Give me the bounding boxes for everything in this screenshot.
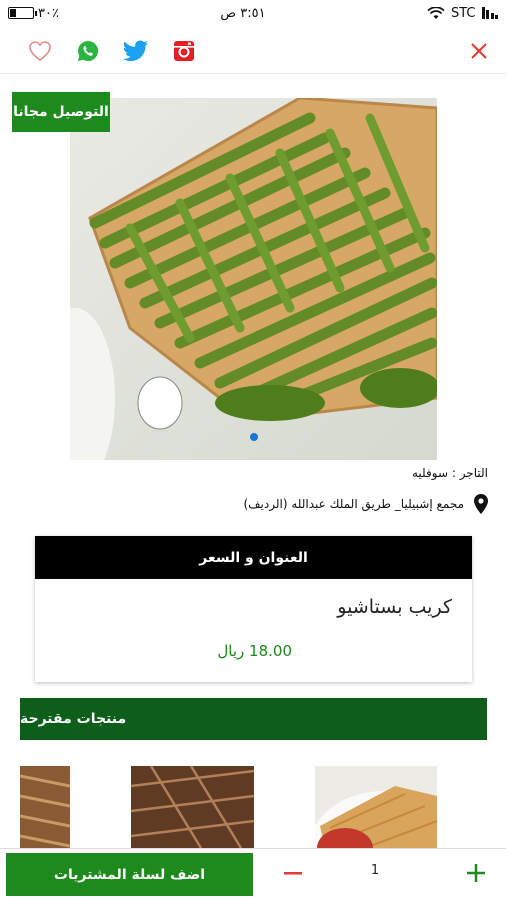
battery-percent: ٣٠٪ (38, 5, 59, 21)
add-to-cart-button[interactable]: اضف لسلة المشتريات (6, 853, 253, 896)
title-price-card: العنوان و السعر كريب بستاشيو 18.00 ريال (35, 536, 472, 682)
favorite-button[interactable] (16, 31, 64, 71)
status-bar: ٣٠٪ ٣:٥١ ص STC (0, 0, 506, 26)
location-pin-icon (474, 494, 488, 514)
merchant-address[interactable]: مجمع إشبيليا_ طريق الملك عبدالله (الرديف… (243, 494, 488, 514)
suggested-product-thumb[interactable] (20, 766, 70, 848)
network-status: STC (427, 6, 498, 21)
carrier-name: STC (450, 5, 476, 21)
crepe-photo (70, 98, 437, 460)
instagram-icon (174, 40, 194, 61)
instagram-share-button[interactable] (160, 31, 208, 71)
suggested-product-image (20, 766, 70, 848)
battery-icon (8, 7, 37, 19)
product-image[interactable] (70, 98, 437, 460)
suggested-product-thumb[interactable] (315, 766, 437, 848)
clock: ٣:٥١ ص (220, 5, 266, 21)
suggested-product-image (131, 766, 254, 848)
product-title: كريب بستاشيو (337, 596, 452, 618)
quantity-value: 1 (370, 863, 380, 878)
product-price: 18.00 ريال (217, 642, 292, 660)
twitter-icon (123, 40, 148, 61)
increase-quantity-button[interactable] (460, 857, 492, 889)
decrease-quantity-button[interactable] (278, 859, 308, 889)
battery-status: ٣٠٪ (8, 6, 59, 21)
share-actions (16, 31, 208, 71)
twitter-share-button[interactable] (112, 31, 160, 71)
close-icon (471, 42, 487, 59)
signal-icon (481, 7, 498, 19)
free-delivery-badge: التوصيل مجانا (12, 92, 110, 132)
whatsapp-share-button[interactable] (64, 31, 112, 71)
action-bar (0, 28, 506, 74)
close-button[interactable] (464, 36, 494, 66)
cart-bar: اضف لسلة المشتريات 1 (0, 848, 506, 900)
plus-icon (467, 864, 485, 882)
suggested-products-header: منتجات مقترحة (20, 698, 487, 740)
card-header: العنوان و السعر (35, 536, 472, 579)
minus-icon (284, 872, 302, 875)
merchant-name: التاجر : سوفليه (412, 466, 488, 480)
wifi-icon (427, 6, 445, 19)
suggested-product-image (315, 766, 437, 848)
heart-icon (29, 40, 51, 61)
address-text: مجمع إشبيليا_ طريق الملك عبدالله (الرديف… (243, 497, 464, 511)
whatsapp-icon (78, 40, 99, 61)
suggested-product-thumb[interactable] (131, 766, 254, 848)
